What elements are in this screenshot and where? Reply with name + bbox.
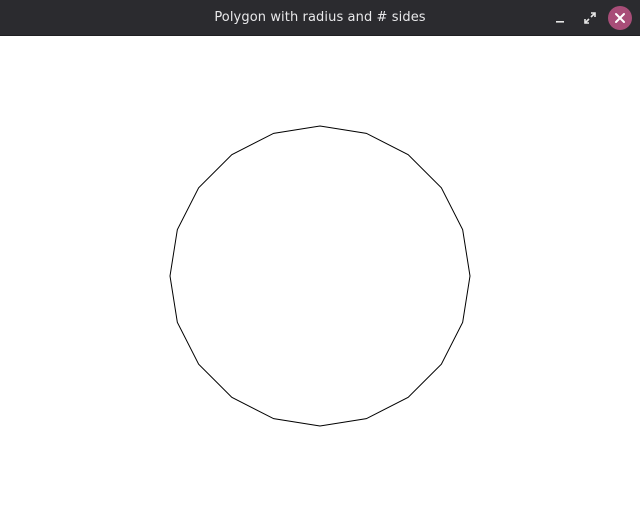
minimize-icon <box>556 21 564 23</box>
polygon-shape <box>169 125 471 427</box>
app-window: Polygon with radius and # sides <box>0 0 640 516</box>
close-button[interactable] <box>608 6 632 30</box>
maximize-icon <box>584 12 596 24</box>
minimize-button[interactable] <box>548 6 572 30</box>
window-title: Polygon with radius and # sides <box>214 10 426 25</box>
close-icon <box>615 13 625 23</box>
maximize-button[interactable] <box>578 6 602 30</box>
drawing-canvas[interactable] <box>0 36 640 516</box>
polygon-svg <box>169 125 471 427</box>
window-controls <box>548 6 632 30</box>
title-bar[interactable]: Polygon with radius and # sides <box>0 0 640 36</box>
